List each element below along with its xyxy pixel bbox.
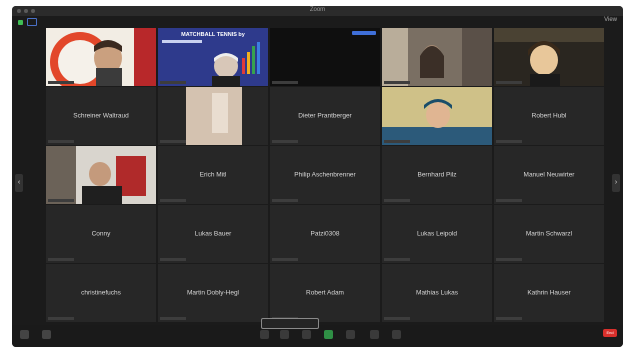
- participant-name: Mathias Lukas: [416, 289, 458, 297]
- participant-caption: [384, 81, 410, 84]
- participant-video-8: [46, 146, 156, 204]
- participant-tile[interactable]: Schreiner Waltraud: [46, 87, 156, 145]
- participant-tile[interactable]: Martin Dobly-Hegl: [158, 264, 268, 322]
- participant-caption: [48, 81, 74, 84]
- participant-name: Lukas Leipold: [416, 230, 458, 238]
- participant-tile-video-3[interactable]: [270, 28, 380, 86]
- participant-caption: [48, 258, 74, 261]
- participant-caption: [384, 258, 410, 261]
- participant-caption: [48, 140, 74, 143]
- participant-name: Robert Adam: [306, 289, 344, 297]
- participant-name: Patzi0308: [310, 230, 340, 238]
- meeting-toolbar: End: [12, 318, 623, 347]
- camera-icon[interactable]: [42, 330, 51, 339]
- participant-caption: [160, 81, 186, 84]
- share-screen-icon[interactable]: [324, 330, 333, 339]
- participant-tile-video-8[interactable]: [46, 146, 156, 204]
- participant-caption: [48, 199, 74, 202]
- participant-video-7: [382, 87, 492, 145]
- participant-name: Martin Schwarzl: [525, 230, 573, 238]
- participant-caption: [160, 140, 186, 143]
- participant-video-1: [46, 28, 156, 86]
- participant-tile[interactable]: Robert Hubl: [494, 87, 604, 145]
- participant-tile[interactable]: Lukas Leipold: [382, 205, 492, 263]
- participant-tile[interactable]: Manuel Neuwirter: [494, 146, 604, 204]
- participant-name: Schreiner Waltraud: [73, 112, 129, 120]
- participant-tile[interactable]: Dieter Prantberger: [270, 87, 380, 145]
- participant-tile[interactable]: Martin Schwarzl: [494, 205, 604, 263]
- participant-name: Erich Mitl: [199, 171, 227, 179]
- participant-caption: [496, 199, 522, 202]
- participants-icon[interactable]: [280, 330, 289, 339]
- participant-name: Conny: [91, 230, 111, 238]
- participant-caption: [496, 81, 522, 84]
- participant-tile-video-6[interactable]: [158, 87, 268, 145]
- participant-name: Manuel Neuwirter: [523, 171, 575, 179]
- end-meeting-button[interactable]: End: [603, 329, 617, 337]
- participant-tile-video-7[interactable]: [382, 87, 492, 145]
- participant-caption: [496, 258, 522, 261]
- gallery-grid: MATCHBALL TENNIS by Schreiner Waltraud D…: [46, 28, 606, 323]
- participant-tile[interactable]: Lukas Bauer: [158, 205, 268, 263]
- participant-tile[interactable]: christinefuchs: [46, 264, 156, 322]
- window-titlebar: Zoom: [12, 6, 623, 16]
- banner-text: MATCHBALL TENNIS by: [181, 32, 245, 38]
- participant-tile[interactable]: Kathrin Hauser: [494, 264, 604, 322]
- participant-tile[interactable]: Erich Mitl: [158, 146, 268, 204]
- participant-caption: [160, 317, 186, 320]
- participant-caption: [160, 199, 186, 202]
- participant-tile-video-5[interactable]: [494, 28, 604, 86]
- participant-caption: [160, 258, 186, 261]
- participant-tile[interactable]: Patzi0308: [270, 205, 380, 263]
- participant-tile[interactable]: Philip Aschenbrenner: [270, 146, 380, 204]
- participant-caption: [272, 81, 298, 84]
- reactions-icon[interactable]: [392, 330, 401, 339]
- participant-tile[interactable]: Conny: [46, 205, 156, 263]
- meeting-topbar: View: [12, 16, 623, 26]
- participant-tile[interactable]: Bernhard Pilz: [382, 146, 492, 204]
- participant-name: Kathrin Hauser: [527, 289, 571, 297]
- participant-caption: [384, 199, 410, 202]
- mic-icon[interactable]: [20, 330, 29, 339]
- breakout-rooms-icon[interactable]: [370, 330, 379, 339]
- participant-video-5: [494, 28, 604, 86]
- participant-name: Philip Aschenbrenner: [294, 171, 356, 179]
- participant-name: christinefuchs: [81, 289, 121, 297]
- next-page-arrow-icon[interactable]: ›: [612, 174, 620, 192]
- participant-caption: [272, 258, 298, 261]
- active-speaker-badge: [352, 31, 376, 35]
- participant-caption: [48, 317, 74, 320]
- participant-tile[interactable]: Robert Adam: [270, 264, 380, 322]
- participant-name: Bernhard Pilz: [417, 171, 457, 179]
- security-icon[interactable]: [260, 330, 269, 339]
- participant-name: Lukas Bauer: [194, 230, 232, 238]
- participant-tile-video-2[interactable]: MATCHBALL TENNIS by: [158, 28, 268, 86]
- participant-video-4: [382, 28, 492, 86]
- record-icon[interactable]: [346, 330, 355, 339]
- participant-tile-video-1[interactable]: [46, 28, 156, 86]
- participant-name: Dieter Prantberger: [298, 112, 352, 120]
- participant-tile[interactable]: Mathias Lukas: [382, 264, 492, 322]
- participant-tile-video-4[interactable]: [382, 28, 492, 86]
- participant-caption: [272, 140, 298, 143]
- participant-name: Martin Dobly-Hegl: [186, 289, 240, 297]
- recording-indicator[interactable]: [261, 318, 319, 329]
- shield-icon[interactable]: [18, 19, 23, 25]
- prev-page-arrow-icon[interactable]: ‹: [15, 174, 23, 192]
- participant-caption: [272, 199, 298, 202]
- participant-name: Robert Hubl: [531, 112, 567, 120]
- view-button[interactable]: View: [604, 17, 617, 23]
- participant-caption: [496, 140, 522, 143]
- chat-icon[interactable]: [302, 330, 311, 339]
- participant-video-6: [158, 87, 268, 145]
- zoom-window: Zoom View ‹ › MATCHBALL TENNIS by Schrei…: [12, 6, 623, 347]
- participant-caption: [384, 140, 410, 143]
- window-title: Zoom: [309, 7, 326, 13]
- participant-caption: [384, 317, 410, 320]
- participant-caption: [496, 317, 522, 320]
- meeting-info-icon[interactable]: [27, 18, 37, 26]
